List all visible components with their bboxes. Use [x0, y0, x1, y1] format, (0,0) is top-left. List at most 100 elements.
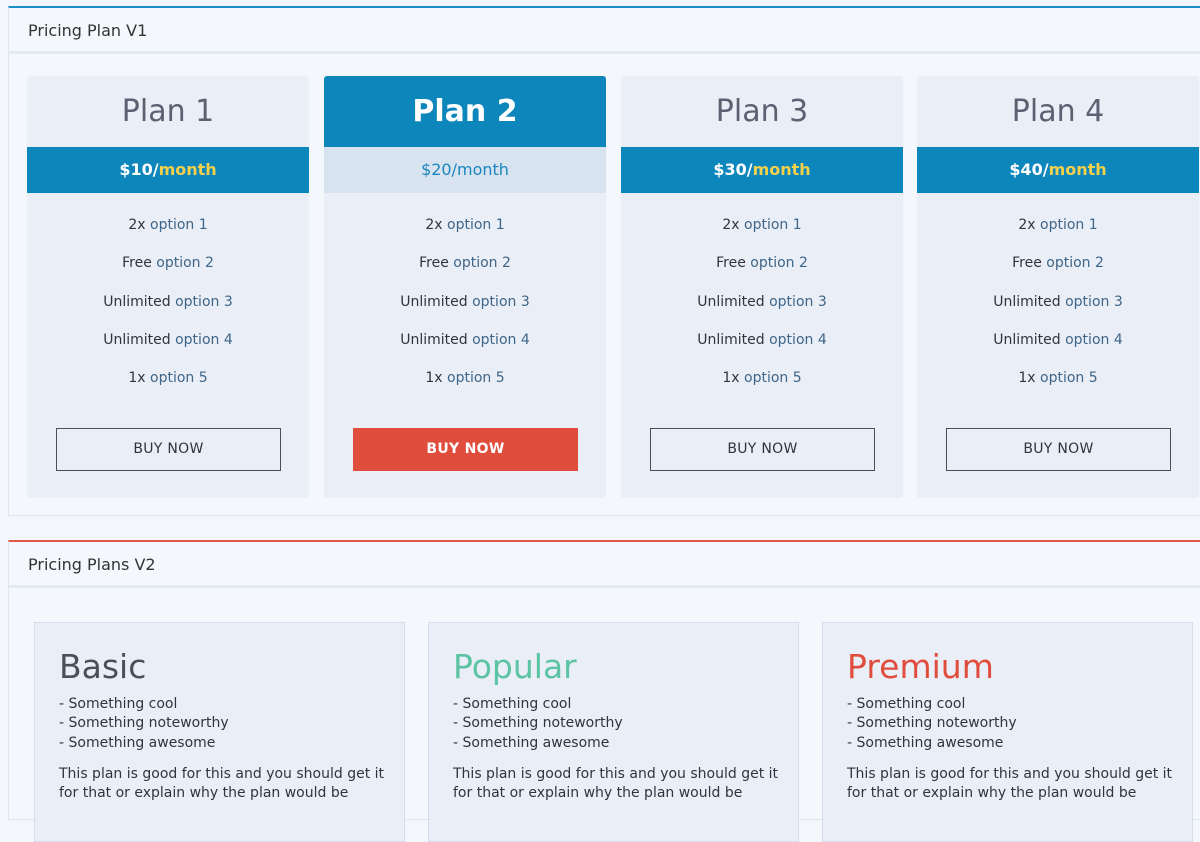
feature-option: option 2 — [156, 255, 214, 272]
feature-option: option 1 — [447, 217, 505, 233]
feature-qty: 2x — [1018, 217, 1040, 233]
feature-qty: 2x — [722, 217, 744, 233]
feature-option: option 2 — [1046, 255, 1104, 272]
plan-title: Basic — [59, 647, 147, 686]
price-period: month — [158, 160, 217, 179]
feature-item: 1x option 5 — [621, 370, 903, 408]
pricing-plan-v1-panel: Pricing Plan V1 Plan 1 $10/month 2x opti… — [8, 6, 1200, 516]
feature-item: Unlimited option 4 — [27, 332, 309, 370]
panel-title: Pricing Plans V2 — [9, 542, 1200, 588]
feature-qty: 1x — [722, 370, 744, 387]
feature-option: option 5 — [447, 370, 505, 387]
feature-item: Unlimited option 3 — [324, 294, 606, 332]
buy-now-button[interactable]: BUY NOW — [650, 428, 875, 471]
feature-list: 2x option 1 Free option 2 Unlimited opti… — [917, 217, 1199, 408]
feature-qty: Unlimited — [103, 331, 176, 348]
plan-card-1: Plan 1 $10/month 2x option 1 Free option… — [27, 76, 309, 498]
feature-item: Unlimited option 3 — [621, 294, 903, 332]
plan-card-popular: Popular - Something cool - Something not… — [428, 622, 799, 842]
bullet-item: - Something cool — [59, 696, 178, 712]
plan-card-3: Plan 3 $30/month 2x option 1 Free option… — [621, 76, 903, 498]
feature-qty: 2x — [128, 217, 150, 233]
plan-price: $20/month — [324, 147, 606, 193]
feature-item: Unlimited option 4 — [621, 332, 903, 370]
plan-price: $30/month — [621, 147, 903, 193]
bullet-item: - Something noteworthy — [59, 715, 229, 732]
feature-list: 2x option 1 Free option 2 Unlimited opti… — [324, 217, 606, 408]
price-amount: $40/ — [1009, 160, 1049, 179]
plan-title: Plan 4 — [1011, 94, 1105, 129]
feature-qty: Free — [716, 255, 751, 272]
feature-qty: 2x — [425, 217, 447, 233]
plan-card-basic: Basic - Something cool - Something notew… — [34, 622, 405, 842]
feature-item: Free option 2 — [917, 255, 1199, 293]
feature-qty: Unlimited — [400, 331, 473, 348]
bullet-list: - Something cool - Something noteworthy … — [847, 695, 1192, 753]
feature-qty: Unlimited — [400, 293, 473, 310]
feature-item: 1x option 5 — [324, 370, 606, 408]
feature-qty: Free — [1012, 255, 1047, 272]
feature-item: Unlimited option 4 — [324, 332, 606, 370]
bullet-list: - Something cool - Something noteworthy … — [59, 695, 404, 753]
buy-now-button[interactable]: BUY NOW — [353, 428, 578, 471]
feature-item: Unlimited option 4 — [917, 332, 1199, 370]
feature-option: option 3 — [175, 293, 233, 310]
feature-option: option 5 — [1040, 370, 1098, 387]
price-amount: $20/ — [421, 160, 457, 179]
buy-now-button[interactable]: BUY NOW — [946, 428, 1171, 471]
feature-qty: Unlimited — [993, 331, 1066, 348]
bullet-list: - Something cool - Something noteworthy … — [453, 695, 798, 753]
feature-qty: Free — [419, 255, 454, 272]
plan-price: $40/month — [917, 147, 1199, 193]
feature-item: 2x option 1 — [27, 217, 309, 255]
pricing-plans-v2-panel: Pricing Plans V2 Basic - Something cool … — [8, 540, 1200, 842]
plan-title: Plan 3 — [715, 94, 809, 129]
feature-item: Free option 2 — [621, 255, 903, 293]
feature-option: option 1 — [1040, 217, 1098, 233]
feature-item: Unlimited option 3 — [27, 294, 309, 332]
feature-option: option 3 — [1065, 293, 1123, 310]
feature-option: option 4 — [175, 331, 233, 348]
feature-qty: Unlimited — [697, 293, 770, 310]
feature-qty: Free — [122, 255, 157, 272]
feature-qty: 1x — [1018, 370, 1040, 387]
feature-qty: Unlimited — [103, 293, 176, 310]
buy-now-button[interactable]: BUY NOW — [56, 428, 281, 471]
plan-description: This plan is good for this and you shoul… — [453, 765, 779, 801]
plan-card-premium: Premium - Something cool - Something not… — [822, 622, 1193, 842]
feature-option: option 2 — [750, 255, 808, 272]
feature-option: option 3 — [769, 293, 827, 310]
bullet-item: - Something noteworthy — [453, 715, 623, 732]
bullet-item: - Something awesome — [847, 734, 1004, 751]
feature-item: 1x option 5 — [27, 370, 309, 408]
plan-title: Popular — [453, 647, 577, 686]
bullet-item: - Something cool — [847, 696, 966, 712]
feature-item: 2x option 1 — [917, 217, 1199, 255]
feature-item: Free option 2 — [324, 255, 606, 293]
feature-item: 2x option 1 — [324, 217, 606, 255]
feature-option: option 4 — [472, 331, 530, 348]
plan-description: This plan is good for this and you shoul… — [847, 765, 1173, 801]
feature-option: option 1 — [744, 217, 802, 233]
panel-title: Pricing Plan V1 — [9, 8, 1200, 54]
plan-price: $10/month — [27, 147, 309, 193]
bullet-item: - Something cool — [453, 696, 572, 712]
feature-item: Unlimited option 3 — [917, 294, 1199, 332]
feature-option: option 2 — [453, 255, 511, 272]
price-period: month — [1048, 160, 1107, 179]
price-period: month — [752, 160, 811, 179]
plan-title: Premium — [847, 647, 994, 686]
plan-description: This plan is good for this and you shoul… — [59, 765, 385, 801]
feature-qty: 1x — [425, 370, 447, 387]
feature-option: option 4 — [769, 331, 827, 348]
feature-option: option 5 — [744, 370, 802, 387]
feature-option: option 3 — [472, 293, 530, 310]
feature-item: Free option 2 — [27, 255, 309, 293]
plan-title: Plan 1 — [121, 94, 215, 129]
bullet-item: - Something awesome — [59, 734, 216, 751]
feature-item: 1x option 5 — [917, 370, 1199, 408]
feature-option: option 5 — [150, 370, 208, 387]
feature-item: 2x option 1 — [621, 217, 903, 255]
price-amount: $30/ — [713, 160, 753, 179]
bullet-item: - Something noteworthy — [847, 715, 1017, 732]
